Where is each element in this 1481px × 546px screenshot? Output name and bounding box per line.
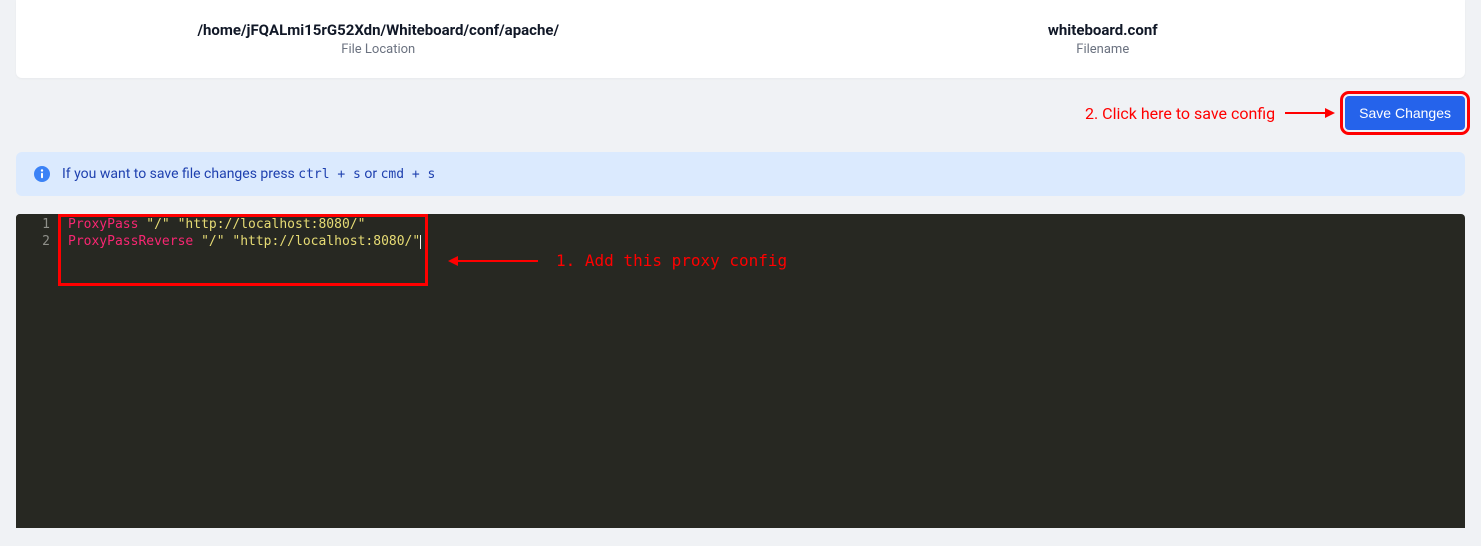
filename-value: whiteboard.conf — [1048, 21, 1158, 39]
filename-block: whiteboard.conf Filename — [741, 0, 1466, 78]
editor-cursor — [420, 235, 421, 249]
string-token: "/" — [201, 234, 224, 249]
code-editor[interactable]: 1 2 ProxyPass "/" "http://localhost:8080… — [16, 214, 1465, 528]
editor-wrap: 1 2 ProxyPass "/" "http://localhost:8080… — [16, 214, 1465, 528]
code-line-2[interactable]: ProxyPassReverse "/" "http://localhost:8… — [68, 233, 1465, 250]
code-line-1[interactable]: ProxyPass "/" "http://localhost:8080/" — [68, 216, 1465, 233]
gutter-line-2: 2 — [16, 233, 50, 250]
gutter-line-1: 1 — [16, 216, 50, 233]
code-area[interactable]: ProxyPass "/" "http://localhost:8080/" P… — [58, 214, 1465, 528]
info-shortcut-1: ctrl + s — [298, 167, 361, 182]
info-text-middle: or — [361, 166, 381, 182]
filename-label: Filename — [1076, 42, 1129, 57]
gutter: 1 2 — [16, 214, 58, 528]
info-shortcut-2: cmd + s — [381, 167, 436, 182]
arrow-right-icon — [1285, 106, 1335, 120]
annotation-save-text: 2. Click here to save config — [1085, 104, 1275, 123]
string-token: "/" — [146, 217, 169, 232]
file-header-card: /home/jFQALmi15rG52Xdn/Whiteboard/conf/a… — [16, 0, 1465, 78]
save-button[interactable]: Save Changes — [1345, 96, 1465, 130]
string-token: "http://localhost:8080/" — [232, 234, 420, 249]
file-location-block: /home/jFQALmi15rG52Xdn/Whiteboard/conf/a… — [16, 0, 741, 78]
directive-token: ProxyPassReverse — [68, 234, 193, 249]
info-banner: If you want to save file changes press c… — [16, 152, 1465, 196]
info-text-prefix: If you want to save file changes press — [62, 166, 298, 182]
file-location-label: File Location — [341, 42, 415, 57]
info-icon — [34, 166, 50, 182]
toolbar-row: 2. Click here to save config Save Change… — [16, 96, 1465, 130]
file-location-path: /home/jFQALmi15rG52Xdn/Whiteboard/conf/a… — [197, 21, 559, 39]
directive-token: ProxyPass — [68, 217, 138, 232]
string-token: "http://localhost:8080/" — [178, 217, 366, 232]
info-banner-text: If you want to save file changes press c… — [62, 166, 435, 182]
